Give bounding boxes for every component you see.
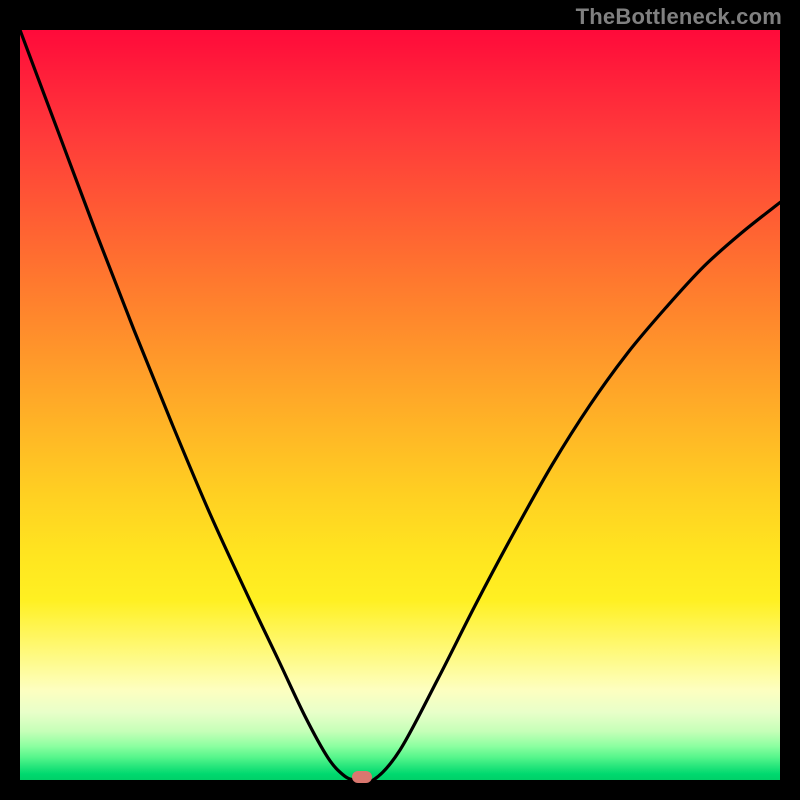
optimum-marker xyxy=(352,771,372,783)
chart-frame: TheBottleneck.com xyxy=(0,0,800,800)
bottleneck-curve xyxy=(20,30,780,780)
plot-area xyxy=(20,30,780,780)
watermark-text: TheBottleneck.com xyxy=(576,4,782,30)
